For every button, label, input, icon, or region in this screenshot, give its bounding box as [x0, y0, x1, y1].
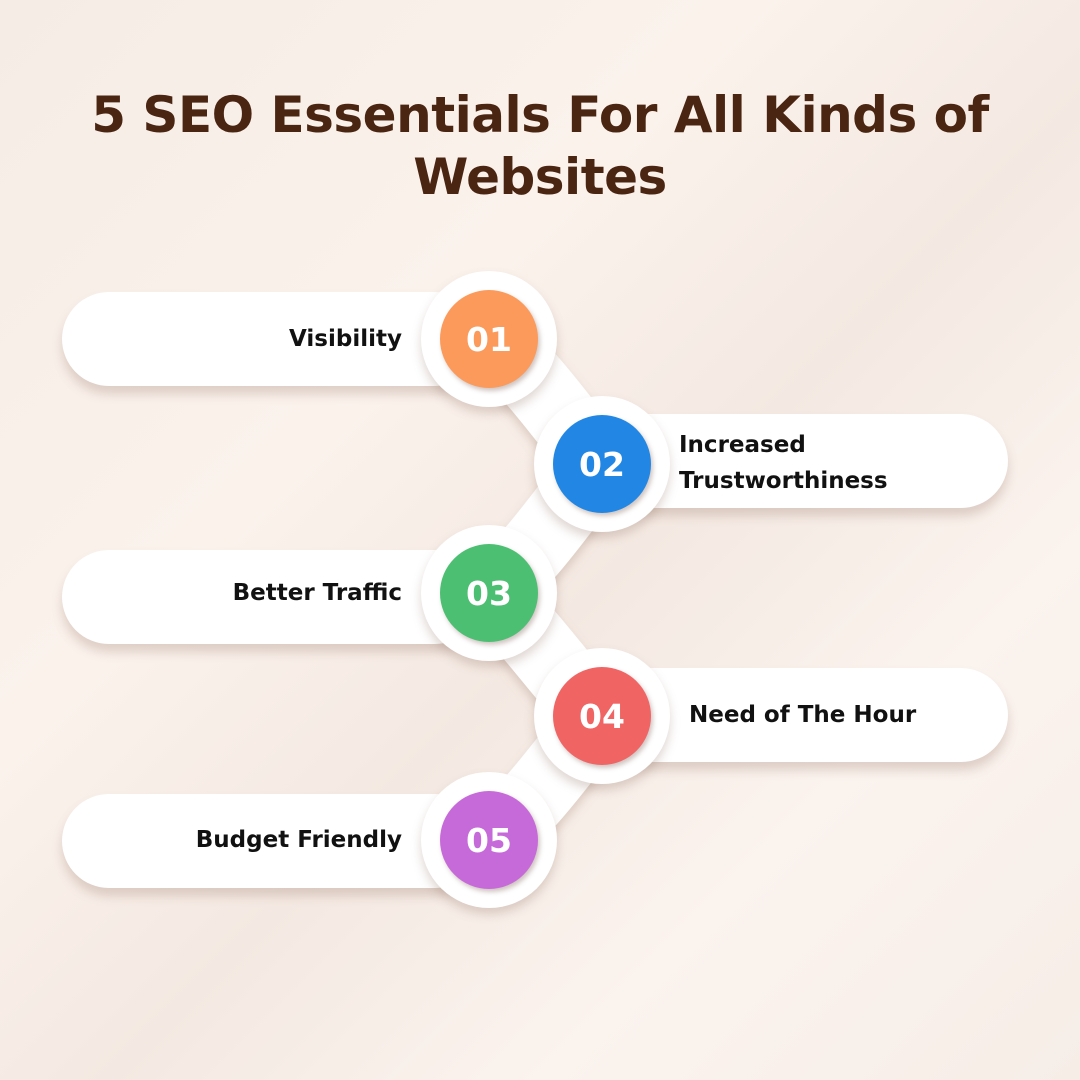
- item-1-label: Visibility: [289, 326, 402, 352]
- item-1-pill: [62, 292, 482, 386]
- item-4-number-badge: 04: [553, 667, 651, 765]
- snake-connector: [436, 304, 653, 875]
- item-2-label: Increased Trustworthiness: [679, 427, 888, 499]
- item-1-number-badge: 01: [440, 290, 538, 388]
- item-2-label-line-1: Increased: [679, 432, 806, 458]
- item-3-label: Better Traffic: [232, 580, 402, 606]
- item-5-label: Budget Friendly: [195, 827, 402, 853]
- item-2-number-badge: 02: [553, 415, 651, 513]
- item-3-number-badge: 03: [440, 544, 538, 642]
- item-4-label: Need of The Hour: [689, 702, 917, 728]
- item-2-label-line-2: Trustworthiness: [679, 468, 888, 494]
- item-5-number-badge: 05: [440, 791, 538, 889]
